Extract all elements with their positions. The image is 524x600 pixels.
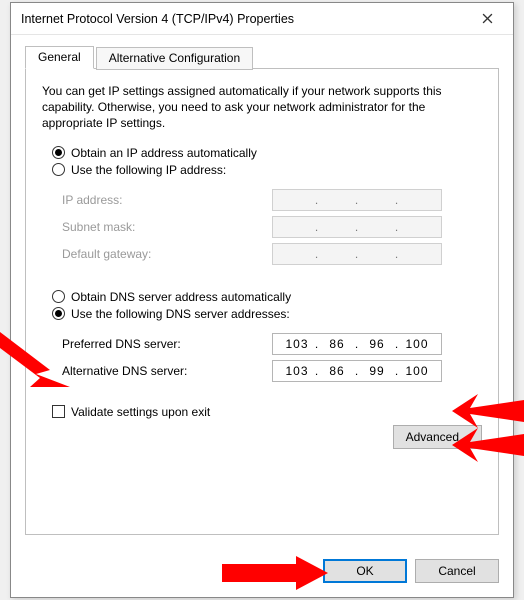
- ipv4-properties-dialog: Internet Protocol Version 4 (TCP/IPv4) P…: [10, 2, 514, 598]
- close-icon: [482, 13, 493, 24]
- tab-strip: General Alternative Configuration: [25, 45, 499, 69]
- tab-alt-label: Alternative Configuration: [109, 51, 240, 65]
- row-ip-address: IP address: ...: [62, 189, 482, 211]
- titlebar: Internet Protocol Version 4 (TCP/IPv4) P…: [11, 3, 513, 35]
- input-ip-address: ...: [272, 189, 442, 211]
- radio-dns-manual[interactable]: Use the following DNS server addresses:: [52, 307, 482, 321]
- input-preferred-dns[interactable]: 103. 86. 96. 100: [272, 333, 442, 355]
- advanced-button[interactable]: Advanced...: [393, 425, 482, 449]
- ip-fields-group: IP address: ... Subnet mask: ... Default…: [42, 180, 482, 280]
- label-alternate-dns: Alternative DNS server:: [62, 364, 272, 378]
- dns-fields-group: Preferred DNS server: 103. 86. 96. 100 A…: [42, 324, 482, 397]
- row-alternate-dns: Alternative DNS server: 103. 86. 99. 100: [62, 360, 482, 382]
- radio-icon: [52, 146, 65, 159]
- row-subnet-mask: Subnet mask: ...: [62, 216, 482, 238]
- ok-button[interactable]: OK: [323, 559, 407, 583]
- input-subnet-mask: ...: [272, 216, 442, 238]
- input-default-gateway: ...: [272, 243, 442, 265]
- window-title: Internet Protocol Version 4 (TCP/IPv4) P…: [21, 12, 467, 26]
- radio-ip-auto-label: Obtain an IP address automatically: [71, 146, 257, 160]
- label-default-gateway: Default gateway:: [62, 247, 272, 261]
- radio-ip-auto[interactable]: Obtain an IP address automatically: [52, 146, 482, 160]
- description-text: You can get IP settings assigned automat…: [42, 83, 482, 132]
- checkbox-validate-on-exit[interactable]: Validate settings upon exit: [52, 405, 482, 419]
- advanced-button-row: Advanced...: [42, 425, 482, 449]
- radio-dns-auto-label: Obtain DNS server address automatically: [71, 290, 291, 304]
- tab-general-label: General: [38, 50, 81, 64]
- tab-alternative-configuration[interactable]: Alternative Configuration: [96, 47, 253, 70]
- row-preferred-dns: Preferred DNS server: 103. 86. 96. 100: [62, 333, 482, 355]
- tab-general[interactable]: General: [25, 46, 94, 69]
- close-button[interactable]: [467, 5, 507, 33]
- label-ip-address: IP address:: [62, 193, 272, 207]
- radio-dns-manual-label: Use the following DNS server addresses:: [71, 307, 290, 321]
- label-subnet-mask: Subnet mask:: [62, 220, 272, 234]
- checkbox-icon: [52, 405, 65, 418]
- radio-icon: [52, 307, 65, 320]
- radio-icon: [52, 163, 65, 176]
- radio-ip-manual-label: Use the following IP address:: [71, 163, 226, 177]
- tab-panel-general: You can get IP settings assigned automat…: [25, 68, 499, 535]
- radio-dns-auto[interactable]: Obtain DNS server address automatically: [52, 290, 482, 304]
- row-default-gateway: Default gateway: ...: [62, 243, 482, 265]
- radio-icon: [52, 290, 65, 303]
- checkbox-validate-label: Validate settings upon exit: [71, 405, 210, 419]
- label-preferred-dns: Preferred DNS server:: [62, 337, 272, 351]
- radio-ip-manual[interactable]: Use the following IP address:: [52, 163, 482, 177]
- cancel-button[interactable]: Cancel: [415, 559, 499, 583]
- dialog-footer: OK Cancel: [11, 549, 513, 597]
- input-alternate-dns[interactable]: 103. 86. 99. 100: [272, 360, 442, 382]
- dialog-body: General Alternative Configuration You ca…: [11, 35, 513, 549]
